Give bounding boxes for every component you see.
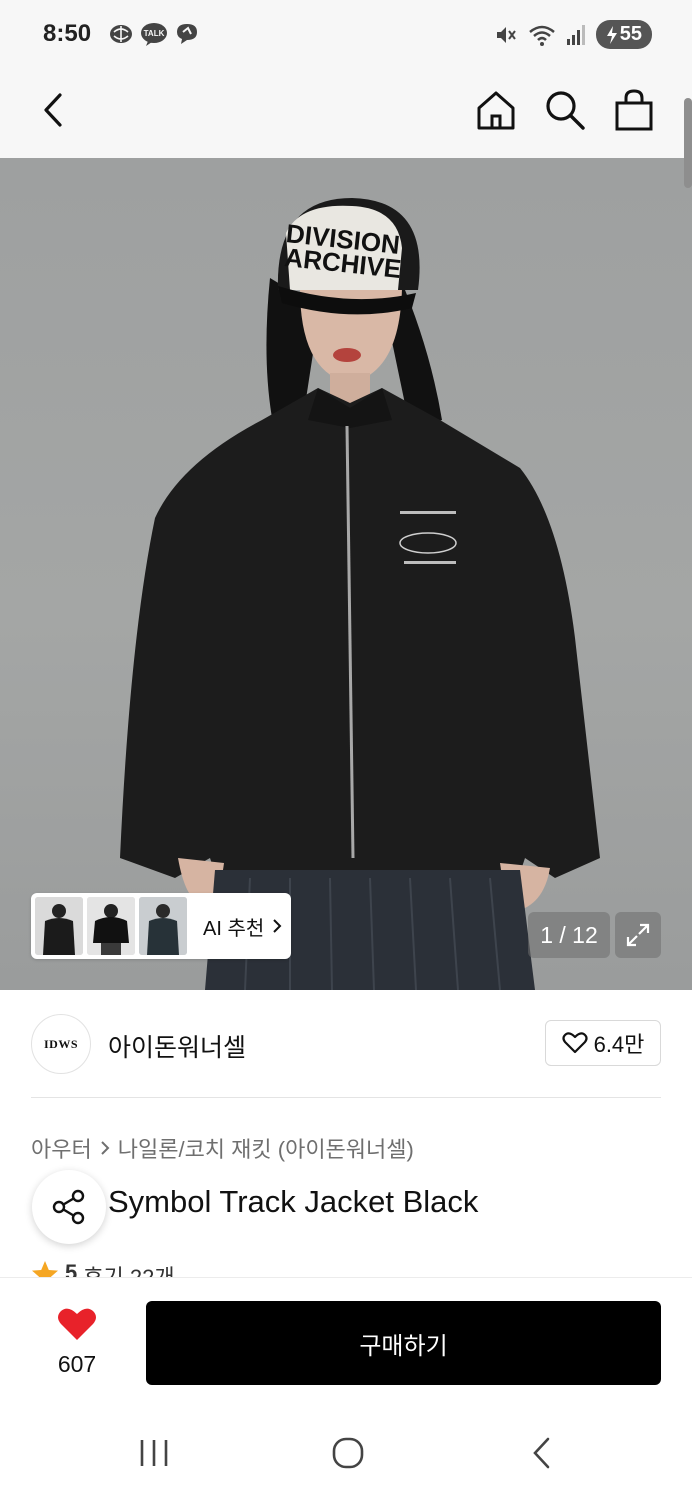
- recent-apps-icon: [140, 1440, 168, 1466]
- share-icon: [52, 1189, 85, 1225]
- back-nav-button[interactable]: [520, 1433, 564, 1473]
- svg-text:TALK: TALK: [144, 29, 165, 38]
- star-icon: [32, 1261, 58, 1278]
- rating-row[interactable]: 5 후기 22개: [31, 1260, 175, 1278]
- ai-recommend-label: AI 추천: [203, 912, 282, 941]
- model-photo: DIVISION ARCHIVE: [120, 198, 600, 990]
- back-button[interactable]: [30, 86, 78, 134]
- share-button[interactable]: [32, 1170, 106, 1244]
- breadcrumb: 아우터 나일론/코치 재킷 (아이돈워너셀): [31, 1132, 414, 1164]
- buy-button[interactable]: 구매하기: [146, 1301, 661, 1385]
- battery-indicator: 55: [595, 20, 652, 49]
- wish-button[interactable]: 607: [40, 1306, 114, 1378]
- expand-icon: [626, 923, 650, 947]
- app-header: [0, 68, 692, 158]
- kakaotalk-icon: TALK: [141, 23, 167, 46]
- rating-value: 5: [65, 1260, 78, 1278]
- brand-logo[interactable]: IDWS: [31, 1014, 91, 1074]
- ai-thumb-3: [139, 897, 187, 955]
- chevron-left-icon: [44, 93, 62, 127]
- charging-bolt-icon: [606, 25, 617, 44]
- product-image[interactable]: DIVISION ARCHIVE: [0, 158, 692, 990]
- review-count: 후기 22개: [83, 1265, 175, 1278]
- status-app-icons: TALK: [108, 22, 200, 46]
- divider: [31, 1097, 661, 1098]
- chevron-right-icon: [273, 919, 282, 933]
- ai-recommend-chip[interactable]: AI 추천: [31, 893, 291, 959]
- brand-name[interactable]: 아이돈워너셀: [108, 1028, 246, 1064]
- home-nav-button[interactable]: [326, 1433, 370, 1473]
- system-nav-bar: [0, 1407, 692, 1500]
- search-icon: [546, 91, 585, 130]
- recent-apps-button[interactable]: [132, 1433, 176, 1473]
- wish-count: 607: [57, 1351, 97, 1377]
- ai-thumb-1: [35, 897, 83, 955]
- brand-like-count: 6.4만: [593, 1032, 645, 1057]
- heart-outline-icon: [561, 1032, 588, 1054]
- cart-button[interactable]: [610, 86, 658, 134]
- shopping-bag-icon: [615, 89, 653, 131]
- battery-level: 55: [619, 23, 642, 45]
- chat-bubble-icon: [177, 24, 197, 44]
- heart-filled-icon: [58, 1308, 96, 1340]
- chevron-right-icon: [101, 1141, 110, 1155]
- search-button[interactable]: [541, 86, 589, 134]
- home-icon: [477, 91, 515, 130]
- expand-image-button[interactable]: [615, 912, 661, 958]
- brand-like-button[interactable]: 6.4만: [545, 1020, 661, 1066]
- home-button[interactable]: [472, 86, 520, 134]
- wifi-icon: [528, 25, 555, 46]
- ai-thumb-2: [87, 897, 135, 955]
- bottom-action-bar: 607 구매하기: [0, 1277, 692, 1407]
- brain-icon: [110, 25, 132, 43]
- page-scrollbar[interactable]: [684, 98, 692, 183]
- product-title: Symbol Track Jacket Black: [108, 1184, 479, 1219]
- back-icon: [533, 1437, 550, 1469]
- signal-icon: [566, 24, 585, 45]
- breadcrumb-parent[interactable]: 아우터: [31, 1132, 92, 1164]
- brand-row: IDWS 아이돈워너셀 6.4만: [0, 990, 692, 1098]
- home-circle-icon: [332, 1437, 364, 1469]
- breadcrumb-child[interactable]: 나일론/코치 재킷 (아이돈워너셀): [118, 1132, 414, 1164]
- status-system-icons: 55: [494, 20, 652, 49]
- status-bar: 8:50 TALK 55: [0, 0, 692, 68]
- image-page-counter: 1 / 12: [528, 912, 610, 958]
- mute-vibrate-icon: [496, 26, 516, 43]
- status-time: 8:50: [43, 20, 92, 47]
